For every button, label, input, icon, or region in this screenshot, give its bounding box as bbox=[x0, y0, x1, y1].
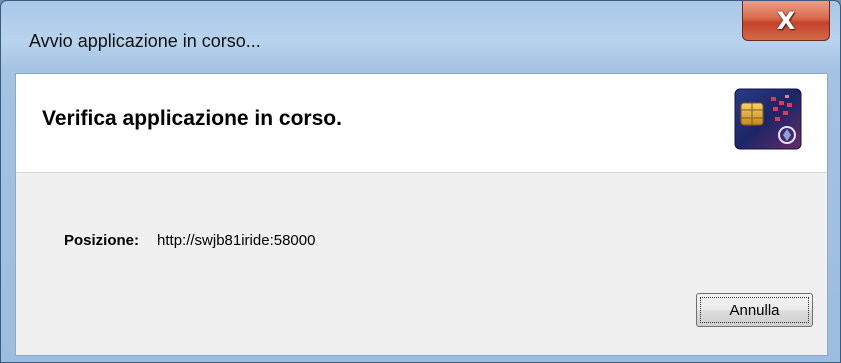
dialog-window: Avvio applicazione in corso... X Verific… bbox=[0, 0, 841, 363]
location-row: Posizione: http://swjb81iride:58000 bbox=[64, 232, 315, 249]
cancel-button[interactable]: Annulla bbox=[696, 293, 813, 327]
java-card-icon bbox=[734, 88, 802, 150]
dialog-content: Verifica applicazione in corso. Posizion… bbox=[15, 73, 828, 356]
header-title: Verifica applicazione in corso. bbox=[42, 107, 342, 130]
window-title: Avvio applicazione in corso... bbox=[29, 31, 261, 51]
close-icon: X bbox=[776, 6, 796, 35]
title-bar[interactable]: Avvio applicazione in corso... X bbox=[1, 1, 840, 73]
location-label: Posizione: bbox=[64, 232, 140, 249]
location-value: http://swjb81iride:58000 bbox=[157, 232, 316, 249]
close-button[interactable]: X bbox=[742, 1, 830, 41]
dialog-header: Verifica applicazione in corso. bbox=[16, 74, 827, 173]
